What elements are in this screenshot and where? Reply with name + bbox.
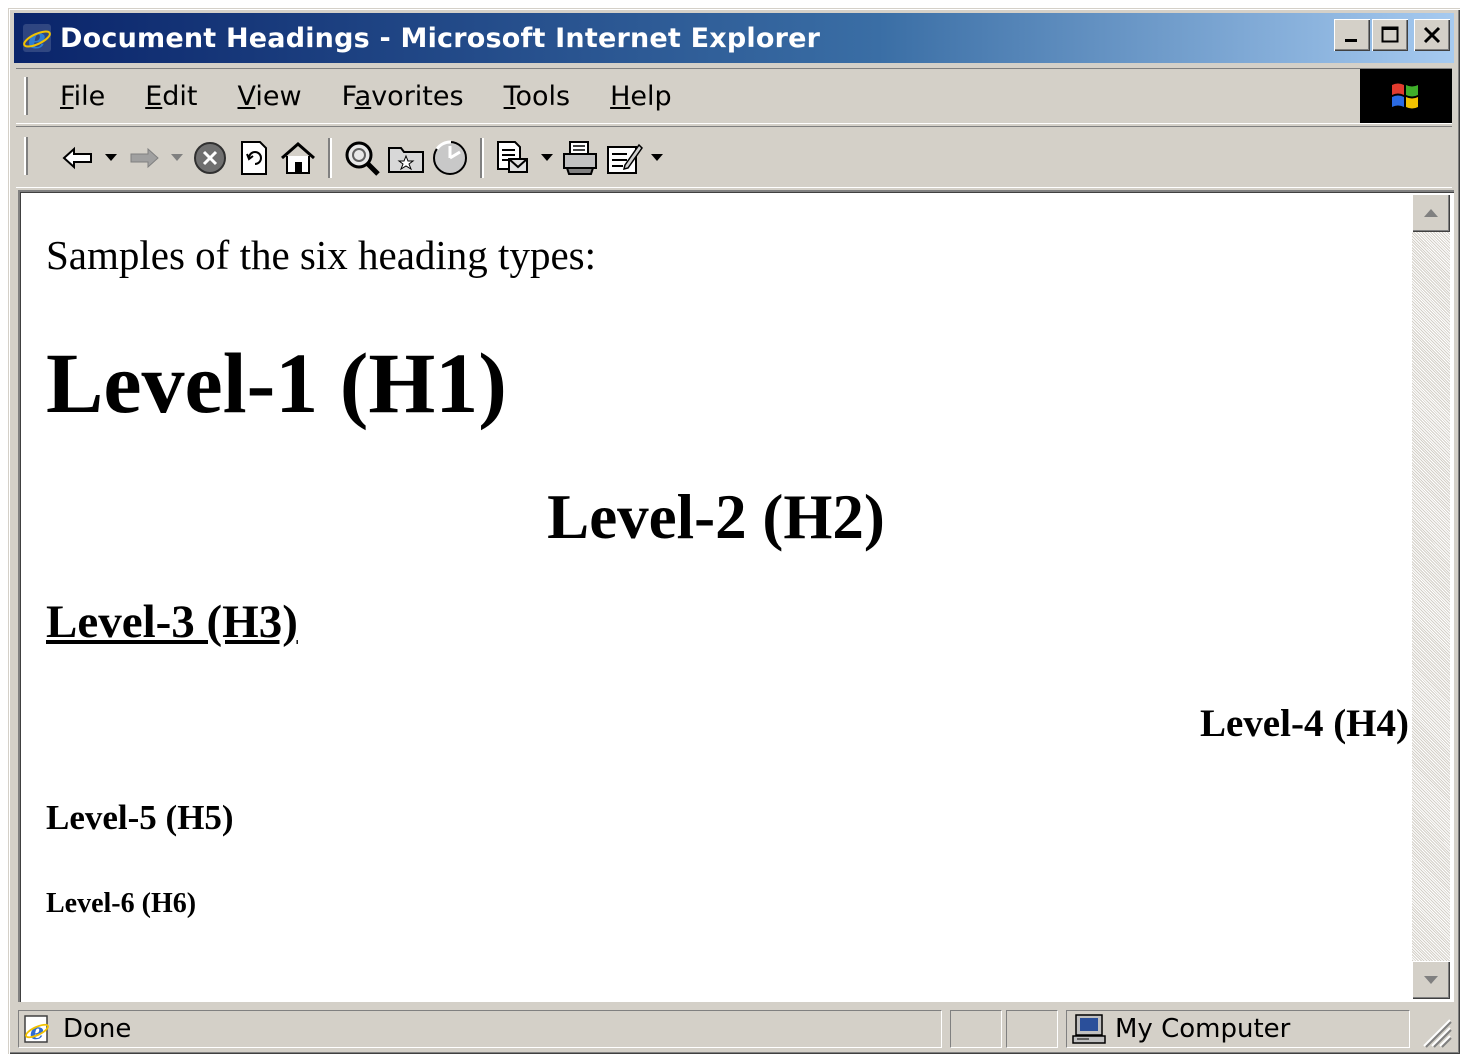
status-text-panel: e Done: [18, 1010, 942, 1048]
window-title: Document Headings - Microsoft Internet E…: [60, 22, 821, 54]
windows-logo-throbber[interactable]: [1360, 69, 1452, 123]
forward-icon: [130, 147, 159, 169]
dropdown-arrow-icon: [541, 154, 553, 161]
heading-level-5: Level-5 (H5): [46, 798, 234, 837]
back-button[interactable]: [56, 137, 100, 179]
mail-dropdown[interactable]: [536, 137, 558, 179]
stop-button[interactable]: [188, 137, 232, 179]
close-button[interactable]: [1414, 19, 1450, 51]
my-computer-icon: [1071, 1013, 1107, 1045]
favorites-button[interactable]: [384, 137, 428, 179]
dropdown-arrow-icon: [171, 154, 183, 161]
document-page[interactable]: Samples of the six heading types: Level-…: [21, 193, 1411, 1001]
toolbar-grip[interactable]: [24, 137, 28, 175]
menu-tools[interactable]: Tools: [500, 79, 575, 114]
svg-text:e: e: [28, 22, 46, 54]
print-icon: [563, 141, 597, 175]
edit-button[interactable]: [602, 137, 646, 179]
toolbar-separator: [328, 138, 332, 178]
windows-flag-icon: [1392, 83, 1418, 109]
back-icon: [62, 146, 92, 170]
resize-grip[interactable]: [1418, 1014, 1452, 1048]
minimize-button[interactable]: [1334, 19, 1370, 51]
scroll-down-button[interactable]: [1412, 961, 1450, 999]
mail-icon: [497, 141, 528, 173]
heading-level-4: Level-4 (H4): [1199, 702, 1409, 745]
security-zone-panel: My Computer: [1066, 1010, 1410, 1048]
vertical-scrollbar[interactable]: [1412, 194, 1450, 999]
home-icon: [281, 142, 315, 174]
back-dropdown[interactable]: [100, 137, 122, 179]
dropdown-arrow-icon: [105, 154, 117, 161]
standard-toolbar: [16, 126, 1452, 188]
menu-bar: File Edit View Favorites Tools Help: [16, 68, 1452, 124]
menu-view[interactable]: View: [234, 79, 306, 114]
menu-help[interactable]: Help: [606, 79, 676, 114]
status-panel-empty-1: [950, 1010, 1002, 1048]
arrow-down-icon: [1424, 976, 1438, 984]
heading-level-1: Level-1 (H1): [46, 335, 507, 431]
close-icon: [1423, 26, 1441, 44]
content-frame: Samples of the six heading types: Level-…: [18, 190, 1454, 1002]
search-icon: [345, 141, 380, 176]
search-button[interactable]: [340, 137, 384, 179]
dropdown-arrow-icon: [651, 154, 663, 161]
page-icon: e: [23, 1014, 55, 1044]
refresh-icon: [241, 141, 267, 175]
menu-edit[interactable]: Edit: [141, 79, 201, 114]
status-panel-empty-2: [1006, 1010, 1058, 1048]
security-zone-label: My Computer: [1115, 1014, 1291, 1044]
intro-paragraph: Samples of the six heading types:: [46, 232, 596, 278]
minimize-icon: [1345, 39, 1357, 42]
arrow-up-icon: [1424, 209, 1438, 217]
forward-dropdown[interactable]: [166, 137, 188, 179]
favorites-icon: [388, 147, 424, 173]
status-text: Done: [63, 1014, 132, 1044]
edit-dropdown[interactable]: [646, 137, 668, 179]
home-button[interactable]: [276, 137, 320, 179]
mail-button[interactable]: [492, 137, 536, 179]
toolbar-separator: [480, 138, 484, 178]
toolbar-grip[interactable]: [24, 77, 28, 115]
heading-level-2: Level-2 (H2): [547, 482, 885, 552]
history-icon: [433, 140, 467, 175]
status-bar: e Done My Computer: [16, 1008, 1454, 1050]
scroll-up-button[interactable]: [1412, 194, 1450, 232]
resize-grip-icon: [1423, 1019, 1452, 1048]
refresh-button[interactable]: [232, 137, 276, 179]
svg-text:e: e: [30, 1019, 44, 1044]
history-button[interactable]: [428, 137, 472, 179]
menu-file[interactable]: File: [56, 79, 109, 114]
heading-level-3: Level-3 (H3): [46, 596, 298, 648]
stop-icon: [194, 142, 226, 174]
title-bar[interactable]: e Document Headings - Microsoft Internet…: [14, 13, 1454, 63]
internet-explorer-icon[interactable]: e: [20, 21, 54, 55]
maximize-button[interactable]: [1372, 19, 1408, 51]
print-button[interactable]: [558, 137, 602, 179]
heading-level-6: Level-6 (H6): [46, 888, 197, 919]
edit-icon: [607, 143, 643, 174]
menu-favorites[interactable]: Favorites: [338, 79, 468, 114]
maximize-icon: [1381, 26, 1399, 43]
forward-button[interactable]: [122, 137, 166, 179]
browser-window: e Document Headings - Microsoft Internet…: [8, 8, 1460, 1054]
